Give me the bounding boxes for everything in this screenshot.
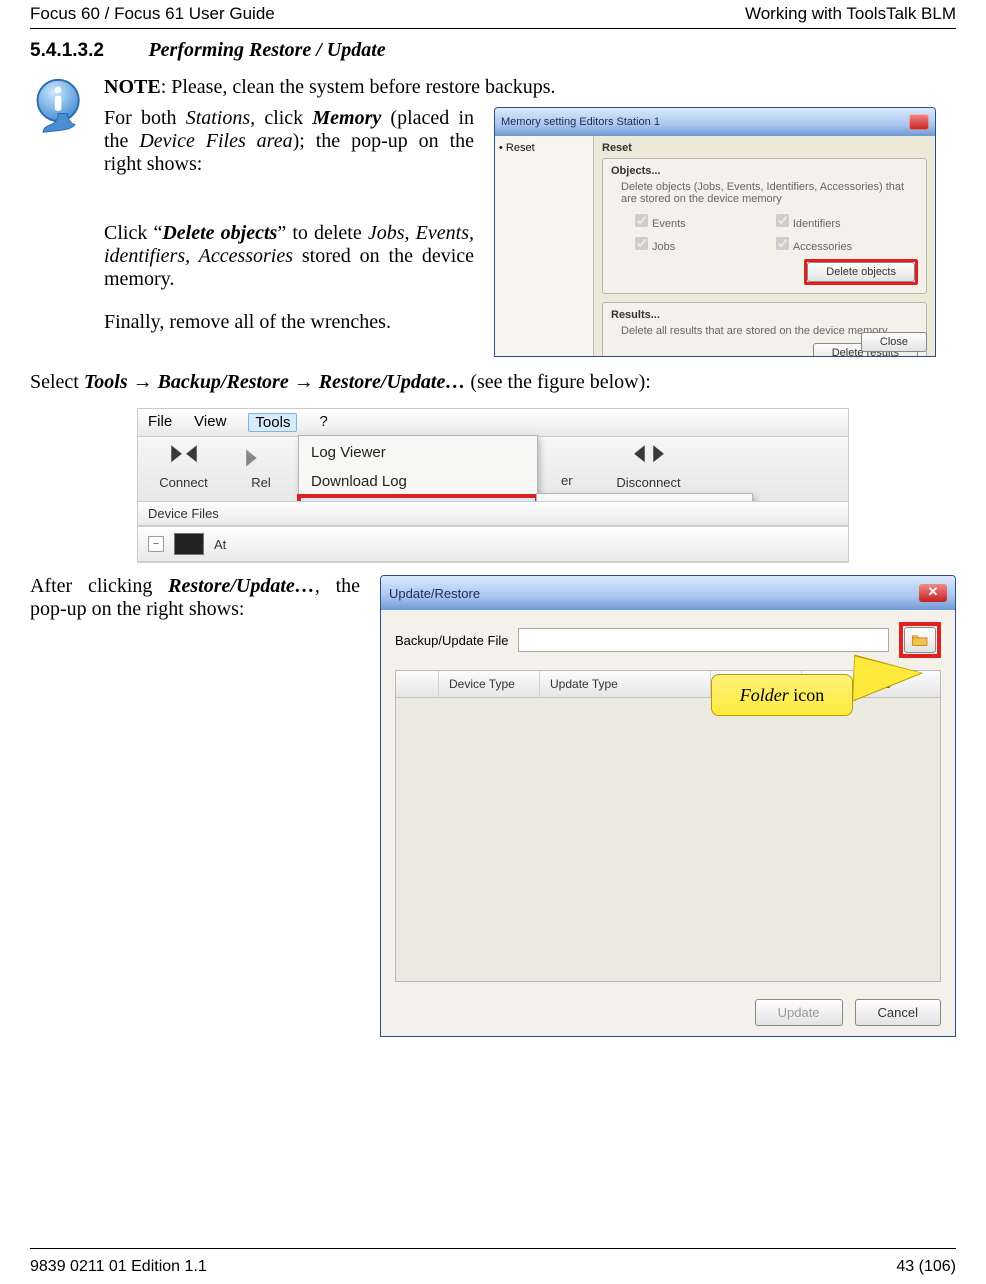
menu-help[interactable]: ? (319, 413, 327, 432)
col-device-type: Device Type (439, 671, 540, 697)
note-label: NOTE (104, 76, 161, 98)
delete-objects-button[interactable]: Delete objects (807, 262, 915, 282)
note-line: NOTE: Please, clean the system before re… (104, 76, 956, 99)
dialog-nav: • Reset (495, 136, 594, 356)
toolbar-disconnect[interactable]: Disconnect (611, 439, 686, 490)
tree-collapse-icon[interactable]: − (148, 536, 164, 552)
menu-tools[interactable]: Tools (248, 413, 297, 432)
cb-events[interactable]: Events (631, 211, 769, 230)
memory-setting-dialog: Memory setting Editors Station 1 • Reset… (494, 107, 936, 357)
cb-identifiers[interactable]: Identifiers (772, 211, 910, 230)
update-restore-dialog: Update/Restore ✕ Backup/Update File (380, 575, 956, 1037)
reset-header: Reset (602, 142, 927, 154)
folder-icon (911, 633, 929, 647)
device-files-row: Device Files (138, 501, 848, 526)
objects-group-label: Objects... (611, 165, 918, 177)
close-icon[interactable]: ✕ (919, 584, 947, 602)
backup-file-label: Backup/Update File (395, 633, 508, 648)
menu-view[interactable]: View (194, 413, 226, 432)
device-thumbnail-icon (174, 533, 204, 555)
note-text: : Please, clean the system before restor… (161, 76, 556, 98)
footer-right: 43 (106) (896, 1258, 956, 1276)
nav-item-reset[interactable]: • Reset (499, 142, 589, 154)
close-icon[interactable] (909, 114, 929, 130)
highlight-delete-objects: Delete objects (804, 259, 918, 285)
device-item-label: At (214, 537, 226, 552)
select-tools-line: Select Tools → Backup/Restore → Restore/… (30, 371, 956, 394)
menu-bar: File View Tools ? (138, 409, 848, 437)
toolbar-connect[interactable]: Connect (146, 439, 221, 490)
menu-file[interactable]: File (148, 413, 172, 432)
close-button[interactable]: Close (861, 332, 927, 352)
para-remove-wrenches: Finally, remove all of the wrenches. (104, 311, 474, 334)
disconnect-icon (632, 441, 666, 475)
doc-title-right: Working with ToolsTalk BLM (745, 4, 956, 24)
toolbar-frag-left: Rel (241, 439, 281, 490)
col-update-type: Update Type (540, 671, 711, 697)
cb-jobs[interactable]: Jobs (631, 234, 769, 253)
dialog-title: Memory setting Editors Station 1 (501, 116, 660, 128)
backup-file-input[interactable] (518, 628, 889, 652)
update-button[interactable]: Update (755, 999, 843, 1026)
tools-menu-screenshot: File View Tools ? Connect Rel Log Viewer… (137, 408, 849, 563)
footer-left: 9839 0211 01 Edition 1.1 (30, 1258, 207, 1276)
dialog-titlebar: Memory setting Editors Station 1 (495, 108, 935, 136)
dialog-title: Update/Restore (389, 586, 480, 601)
info-icon (30, 76, 90, 141)
footer-divider (30, 1248, 956, 1249)
section-number: 5.4.1.3.2 (30, 40, 104, 61)
doc-title-left: Focus 60 / Focus 61 User Guide (30, 4, 275, 24)
folder-icon-callout: Folder icon (711, 674, 853, 716)
menu-item-download-log[interactable]: Download Log (299, 467, 537, 496)
para-memory: For both Stations, click Memory (placed … (104, 107, 474, 176)
header-divider (30, 28, 956, 29)
after-click-text: After clicking Restore/Update…, the pop-… (30, 575, 360, 621)
connect-icon (167, 441, 201, 475)
para-delete-objects: Click “Delete objects” to delete Jobs, E… (104, 222, 474, 291)
cancel-button[interactable]: Cancel (855, 999, 941, 1026)
menu-item-log-viewer[interactable]: Log Viewer (299, 438, 537, 467)
dialog-titlebar: Update/Restore ✕ (381, 576, 955, 610)
toolbar-frag-er: er (561, 439, 591, 488)
update-grid: Device Type Update Type Check Release No… (395, 670, 941, 982)
results-group-label: Results... (611, 309, 918, 321)
objects-hint: Delete objects (Jobs, Events, Identifier… (621, 181, 918, 205)
cb-accessories[interactable]: Accessories (772, 234, 910, 253)
device-files-label: Device Files (148, 506, 219, 521)
section-heading: 5.4.1.3.2 Performing Restore / Update (30, 39, 956, 62)
section-title: Performing Restore / Update (148, 39, 385, 61)
